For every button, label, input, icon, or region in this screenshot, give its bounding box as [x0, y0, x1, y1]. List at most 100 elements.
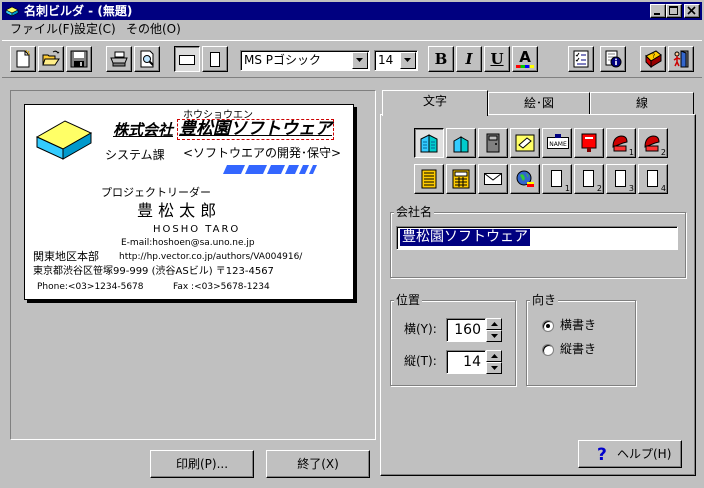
- bold-button[interactable]: B: [428, 46, 454, 72]
- print-dialog-button[interactable]: 印刷(P)...: [150, 450, 254, 478]
- menu-settings[interactable]: 設定(C): [74, 22, 116, 36]
- maximize-button[interactable]: [666, 4, 682, 18]
- portrait-button[interactable]: [202, 46, 228, 72]
- exit-button[interactable]: 終了(X): [266, 450, 370, 478]
- card-person-name: 豊 松 太 郎: [137, 201, 217, 220]
- tab-line[interactable]: 線: [590, 92, 694, 114]
- card-person-name-roman: HOSHO TARO: [153, 224, 241, 235]
- new-document-icon: [16, 50, 30, 68]
- horizontal-label: 横(Y):: [404, 322, 437, 336]
- horizontal-spin-down[interactable]: [486, 330, 502, 342]
- text-color-button[interactable]: A: [512, 46, 538, 72]
- print-button[interactable]: [106, 46, 132, 72]
- color-bar-icon: [516, 65, 534, 68]
- info-icon: [605, 50, 622, 68]
- font-name-select[interactable]: MS Pゴシック: [240, 50, 370, 71]
- app-icon: [5, 6, 19, 17]
- free-text-3-button[interactable]: 3: [606, 164, 636, 194]
- vertical-label: 縦(T):: [404, 354, 437, 368]
- tab-picture[interactable]: 絵･図: [488, 92, 590, 114]
- horizontal-spin-up[interactable]: [486, 318, 502, 330]
- branch-field-button[interactable]: [478, 128, 508, 158]
- save-button[interactable]: [66, 46, 92, 72]
- vertical-spin-up[interactable]: [486, 350, 502, 362]
- horizontal-writing-radio[interactable]: [542, 320, 554, 332]
- horizontal-position-input[interactable]: 160: [446, 318, 486, 342]
- direction-group-label: 向き: [530, 293, 559, 307]
- chevron-up-icon: [491, 322, 498, 326]
- tel-2-field-button[interactable]: 2: [638, 128, 668, 158]
- name-field-button[interactable]: NAME: [542, 128, 572, 158]
- subscript-free-3: 3: [628, 184, 634, 193]
- card-company-prefix: 株式会社: [113, 121, 174, 139]
- business-card-preview[interactable]: ホウショウエン 株式会社 豊松園ソフトウェア システム課 <ソフトウエアの開発･…: [24, 104, 354, 300]
- subscript-1: 1: [628, 148, 634, 157]
- building-small-icon: [453, 136, 469, 153]
- position-group-label: 位置: [394, 293, 423, 307]
- globe-icon: [516, 170, 534, 187]
- svg-text:?: ?: [652, 53, 655, 60]
- minimize-button[interactable]: [650, 4, 666, 18]
- department-field-button[interactable]: [446, 128, 476, 158]
- postbox-icon: [581, 133, 597, 152]
- horizontal-spinner[interactable]: [486, 318, 502, 342]
- vertical-writing-label[interactable]: 縦書き: [560, 342, 596, 356]
- font-size-select[interactable]: 14: [374, 50, 418, 71]
- roman-name-field-button[interactable]: [574, 128, 604, 158]
- layout-settings-button[interactable]: [568, 46, 594, 72]
- font-size-value: 14: [378, 53, 394, 67]
- main-window: 名刺ビルダ - (無題) ファイル(F) 設定(C) その他(O) MS Pゴシ…: [0, 0, 704, 488]
- open-button[interactable]: [38, 46, 64, 72]
- name-tag-icon: NAME: [547, 134, 569, 149]
- new-button[interactable]: [10, 46, 36, 72]
- title-bar[interactable]: 名刺ビルダ - (無題): [2, 2, 702, 20]
- info-button[interactable]: [600, 46, 626, 72]
- menu-other[interactable]: その他(O): [126, 22, 181, 36]
- font-size-dropdown-button[interactable]: [400, 52, 416, 69]
- tab-text[interactable]: 文字: [382, 90, 488, 116]
- company-field-button[interactable]: [414, 128, 444, 158]
- underline-icon: U: [490, 50, 504, 68]
- vertical-spin-down[interactable]: [486, 362, 502, 374]
- underline-button[interactable]: U: [484, 46, 510, 72]
- help-button[interactable]: ? ヘルプ(H): [578, 440, 682, 468]
- card-company-name[interactable]: 豊松園ソフトウェア: [177, 119, 334, 140]
- subscript-free-2: 2: [596, 184, 602, 193]
- vertical-position-input[interactable]: 14: [446, 350, 486, 374]
- url-field-button[interactable]: [510, 164, 540, 194]
- help-button-label: ヘルプ(H): [617, 447, 672, 461]
- tel-1-field-button[interactable]: 1: [606, 128, 636, 158]
- minimize-icon: [654, 13, 660, 15]
- free-text-2-button[interactable]: 2: [574, 164, 604, 194]
- horizontal-writing-label[interactable]: 横書き: [560, 318, 596, 332]
- card-branch: 関東地区本部: [33, 250, 99, 263]
- pager-field-button[interactable]: [446, 164, 476, 194]
- calculator-icon: [452, 169, 470, 189]
- title-field-button[interactable]: [510, 128, 540, 158]
- landscape-button[interactable]: [174, 46, 200, 72]
- email-field-button[interactable]: [478, 164, 508, 194]
- eraser-icon: [515, 134, 535, 152]
- font-name-value: MS Pゴシック: [244, 53, 322, 67]
- italic-button[interactable]: I: [456, 46, 482, 72]
- chevron-down-icon: [356, 58, 363, 62]
- company-name-input[interactable]: 豊松園ソフトウェア: [396, 226, 678, 250]
- help-book-button[interactable]: ?: [640, 46, 666, 72]
- close-button[interactable]: [684, 4, 700, 18]
- menu-bar: ファイル(F) 設定(C) その他(O): [2, 20, 702, 38]
- close-icon: [687, 6, 696, 15]
- free-text-1-button[interactable]: 1: [542, 164, 572, 194]
- print-preview-button[interactable]: [134, 46, 160, 72]
- vertical-writing-radio[interactable]: [542, 344, 554, 356]
- font-name-dropdown-button[interactable]: [352, 52, 368, 69]
- menu-file[interactable]: ファイル(F): [10, 22, 74, 36]
- exit-door-button[interactable]: [668, 46, 694, 72]
- fax-field-button[interactable]: [414, 164, 444, 194]
- company-name-group-label: 会社名: [394, 205, 435, 219]
- maximize-icon: [669, 6, 678, 15]
- free-text-4-button[interactable]: 4: [638, 164, 668, 194]
- card-tagline: <ソフトウエアの開発･保守>: [183, 146, 342, 160]
- vertical-spinner[interactable]: [486, 350, 502, 374]
- floppy-disk-icon: [70, 50, 88, 68]
- chevron-down-icon: [404, 58, 411, 62]
